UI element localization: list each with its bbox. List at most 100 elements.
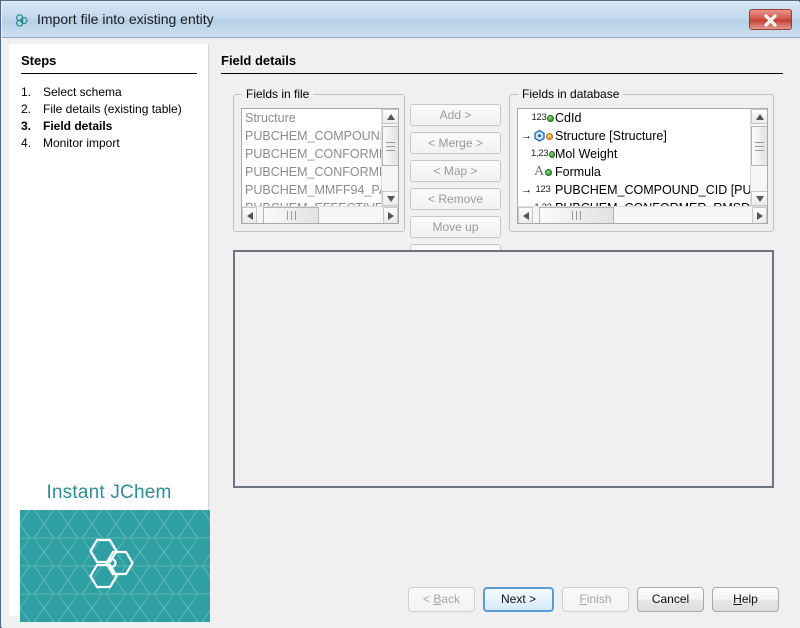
remove-button[interactable]: < Remove bbox=[410, 188, 501, 210]
decimal-1-23-icon: 1,23 bbox=[531, 199, 555, 206]
fields-in-database-vscrollbar[interactable] bbox=[750, 109, 767, 206]
field-name: CdId bbox=[555, 111, 582, 125]
merge-button[interactable]: < Merge > bbox=[410, 132, 501, 154]
field-name: PUBCHEM_COMPOUND_ bbox=[245, 129, 381, 143]
scroll-thumb[interactable] bbox=[263, 207, 319, 223]
fields-in-file-vscrollbar[interactable] bbox=[381, 109, 398, 206]
scroll-thumb[interactable] bbox=[751, 126, 767, 166]
scroll-left-button[interactable] bbox=[518, 207, 533, 223]
scroll-thumb[interactable] bbox=[382, 126, 398, 166]
fields-in-database-items: 123 CdId → Structure [Structure] 1,23 Mo… bbox=[518, 109, 750, 206]
fields-in-file-listbox[interactable]: Structure PUBCHEM_COMPOUND_ PUBCHEM_CONF… bbox=[241, 108, 399, 224]
cancel-button[interactable]: Cancel bbox=[637, 587, 704, 612]
field-name: PUBCHEM_MMFF94_PAI bbox=[245, 183, 381, 197]
step-item-4: 4. Monitor import bbox=[21, 135, 201, 151]
list-item[interactable]: Structure bbox=[242, 109, 381, 127]
field-name: Structure [Structure] bbox=[555, 129, 667, 143]
close-button[interactable] bbox=[749, 9, 792, 30]
list-item[interactable]: PUBCHEM_EFFECTIVE_I bbox=[242, 199, 381, 206]
fields-in-database-listbox[interactable]: 123 CdId → Structure [Structure] 1,23 Mo… bbox=[517, 108, 768, 224]
fields-in-file-group: Fields in file Structure PUBCHEM_COMPOUN… bbox=[233, 87, 405, 232]
list-item[interactable]: → 123 PUBCHEM_COMPOUND_CID [PUBC bbox=[518, 181, 750, 199]
number-123-icon: 123 bbox=[531, 109, 555, 127]
step-item-1: 1. Select schema bbox=[21, 84, 201, 100]
dialog-window: Import file into existing entity Steps 1… bbox=[0, 0, 800, 628]
scroll-right-button[interactable] bbox=[752, 207, 767, 223]
step-number: 4. bbox=[21, 136, 32, 150]
mapped-arrow-icon: → bbox=[521, 199, 532, 206]
triangle-left-icon bbox=[522, 211, 529, 220]
map-button[interactable]: < Map > bbox=[410, 160, 501, 182]
orange-badge-icon bbox=[545, 132, 553, 140]
scroll-right-button[interactable] bbox=[383, 207, 398, 223]
page-title-divider bbox=[221, 73, 783, 74]
page-title: Field details bbox=[221, 53, 297, 68]
step-number: 1. bbox=[21, 85, 32, 99]
dialog-button-bar: < Back Next > Finish Cancel Help bbox=[2, 578, 800, 628]
steps-heading: Steps bbox=[21, 53, 57, 68]
list-item[interactable]: → Structure [Structure] bbox=[518, 127, 750, 145]
step-label: File details (existing table) bbox=[43, 102, 182, 116]
finish-button[interactable]: Finish bbox=[562, 587, 629, 612]
app-hexagon-icon bbox=[13, 12, 30, 29]
triangle-up-icon bbox=[386, 113, 395, 120]
scroll-down-button[interactable] bbox=[751, 191, 767, 206]
content-panel: Field details Fields in file Structure P… bbox=[210, 44, 793, 616]
field-name: PUBCHEM_CONFORMER bbox=[245, 165, 381, 179]
title-bar: Import file into existing entity bbox=[2, 2, 800, 38]
scroll-thumb[interactable] bbox=[539, 207, 614, 223]
list-item[interactable]: → 1,23 PUBCHEM_CONFORMER_RMSD [PU bbox=[518, 199, 750, 206]
field-name: PUBCHEM_CONFORMER bbox=[245, 147, 381, 161]
field-name: Formula bbox=[555, 165, 601, 179]
field-name: PUBCHEM_EFFECTIVE_I bbox=[245, 199, 381, 206]
mapped-arrow-icon: → bbox=[521, 184, 532, 196]
close-icon bbox=[764, 14, 777, 27]
fields-in-database-group: Fields in database 123 CdId → Structure … bbox=[509, 87, 774, 232]
step-label: Select schema bbox=[43, 85, 122, 99]
mapped-arrow-icon: → bbox=[521, 130, 532, 142]
field-name: PUBCHEM_CONFORMER_RMSD [PU bbox=[555, 199, 750, 206]
step-item-3: 3. Field details bbox=[21, 118, 201, 134]
step-label: Field details bbox=[43, 119, 113, 133]
add-button[interactable]: Add > bbox=[410, 104, 501, 126]
field-name: Structure bbox=[245, 111, 296, 125]
step-label: Monitor import bbox=[43, 136, 120, 150]
scroll-down-button[interactable] bbox=[382, 191, 398, 206]
decimal-1-23-icon: 1,23 bbox=[531, 145, 555, 163]
move-up-button[interactable]: Move up bbox=[410, 216, 501, 238]
fields-in-database-hscrollbar[interactable] bbox=[518, 206, 767, 223]
fields-in-database-legend: Fields in database bbox=[518, 87, 624, 101]
client-area: Steps 1. Select schema 2. File details (… bbox=[2, 38, 800, 628]
triangle-left-icon bbox=[246, 211, 253, 220]
window-title: Import file into existing entity bbox=[37, 11, 214, 27]
field-preview-panel bbox=[233, 250, 774, 488]
step-number: 2. bbox=[21, 102, 32, 116]
steps-list: 1. Select schema 2. File details (existi… bbox=[21, 84, 201, 152]
steps-panel: Steps 1. Select schema 2. File details (… bbox=[9, 44, 210, 622]
text-a-icon: A bbox=[531, 163, 555, 181]
list-item[interactable]: PUBCHEM_CONFORMER bbox=[242, 163, 381, 181]
back-button[interactable]: < Back bbox=[408, 587, 475, 612]
steps-divider bbox=[21, 73, 197, 74]
next-button[interactable]: Next > bbox=[483, 587, 554, 612]
scroll-up-button[interactable] bbox=[751, 109, 767, 124]
field-name: Mol Weight bbox=[555, 147, 618, 161]
scroll-up-button[interactable] bbox=[382, 109, 398, 124]
list-item[interactable]: PUBCHEM_CONFORMER bbox=[242, 145, 381, 163]
step-number: 3. bbox=[21, 119, 32, 133]
list-item[interactable]: PUBCHEM_COMPOUND_ bbox=[242, 127, 381, 145]
list-item[interactable]: 1,23 Mol Weight bbox=[518, 145, 750, 163]
scroll-left-button[interactable] bbox=[242, 207, 257, 223]
triangle-down-icon bbox=[386, 195, 395, 202]
list-item[interactable]: 123 CdId bbox=[518, 109, 750, 127]
list-item[interactable]: A Formula bbox=[518, 163, 750, 181]
help-button[interactable]: Help bbox=[712, 587, 779, 612]
fields-in-file-hscrollbar[interactable] bbox=[242, 206, 398, 223]
triangle-right-icon bbox=[756, 211, 763, 220]
list-item[interactable]: PUBCHEM_MMFF94_PAI bbox=[242, 181, 381, 199]
triangle-up-icon bbox=[755, 113, 764, 120]
structure-hexagon-icon bbox=[531, 130, 555, 142]
brand-name: Instant JChem bbox=[46, 482, 172, 503]
number-123-icon: 123 bbox=[535, 184, 551, 195]
green-badge-icon bbox=[547, 114, 555, 122]
